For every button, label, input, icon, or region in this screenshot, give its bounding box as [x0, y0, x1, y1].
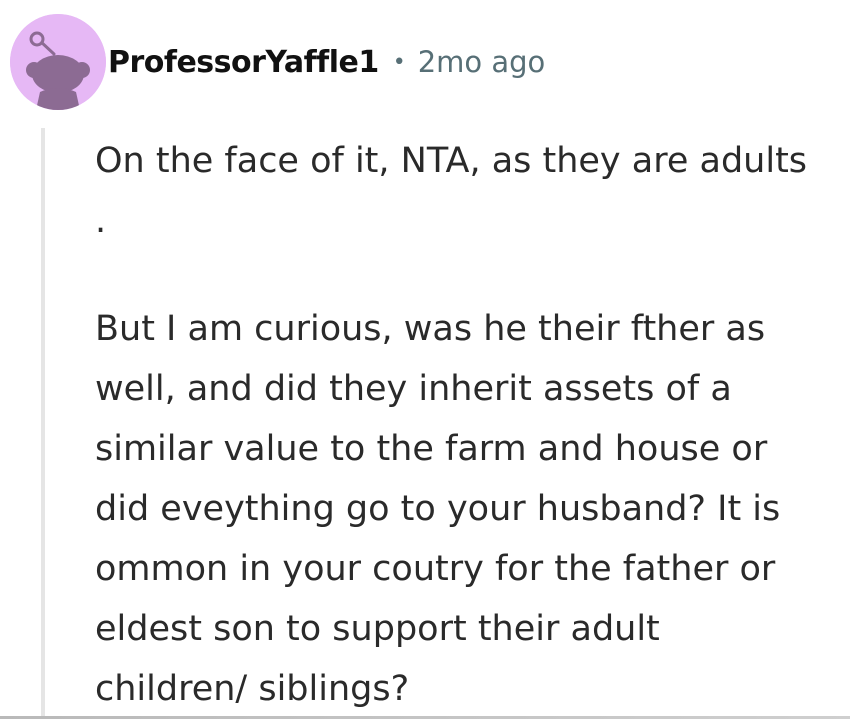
comment-text-line: well, and did they inherit assets of a [95, 369, 732, 409]
comment-author[interactable]: ProfessorYaffle1 [108, 45, 379, 80]
comment-text-line: did eveything go to your husband? It is [95, 489, 781, 529]
comment-header: ProfessorYaffle1 • 2mo ago [10, 14, 545, 110]
comment-timestamp[interactable]: 2mo ago [418, 45, 546, 79]
comment-text-line: eldest son to support their adult [95, 609, 660, 649]
user-avatar[interactable] [10, 14, 106, 110]
comment-text-line: similar value to the farm and house or [95, 429, 768, 469]
comment-body: On the face of it, NTA, as they are adul… [95, 131, 847, 719]
comment-text-line: ommon in your coutry for the father or [95, 549, 776, 589]
comment-text-line: But I am curious, was he their fther as [95, 309, 766, 349]
thread-collapse-line[interactable] [41, 128, 45, 719]
meta-separator: • [392, 49, 406, 75]
comment-text-line: . [95, 201, 107, 241]
comment-text-line: children/ siblings? [95, 669, 410, 709]
comment-text-line: On the face of it, NTA, as they are adul… [95, 141, 808, 181]
reddit-snoo-avatar-icon [10, 14, 106, 110]
